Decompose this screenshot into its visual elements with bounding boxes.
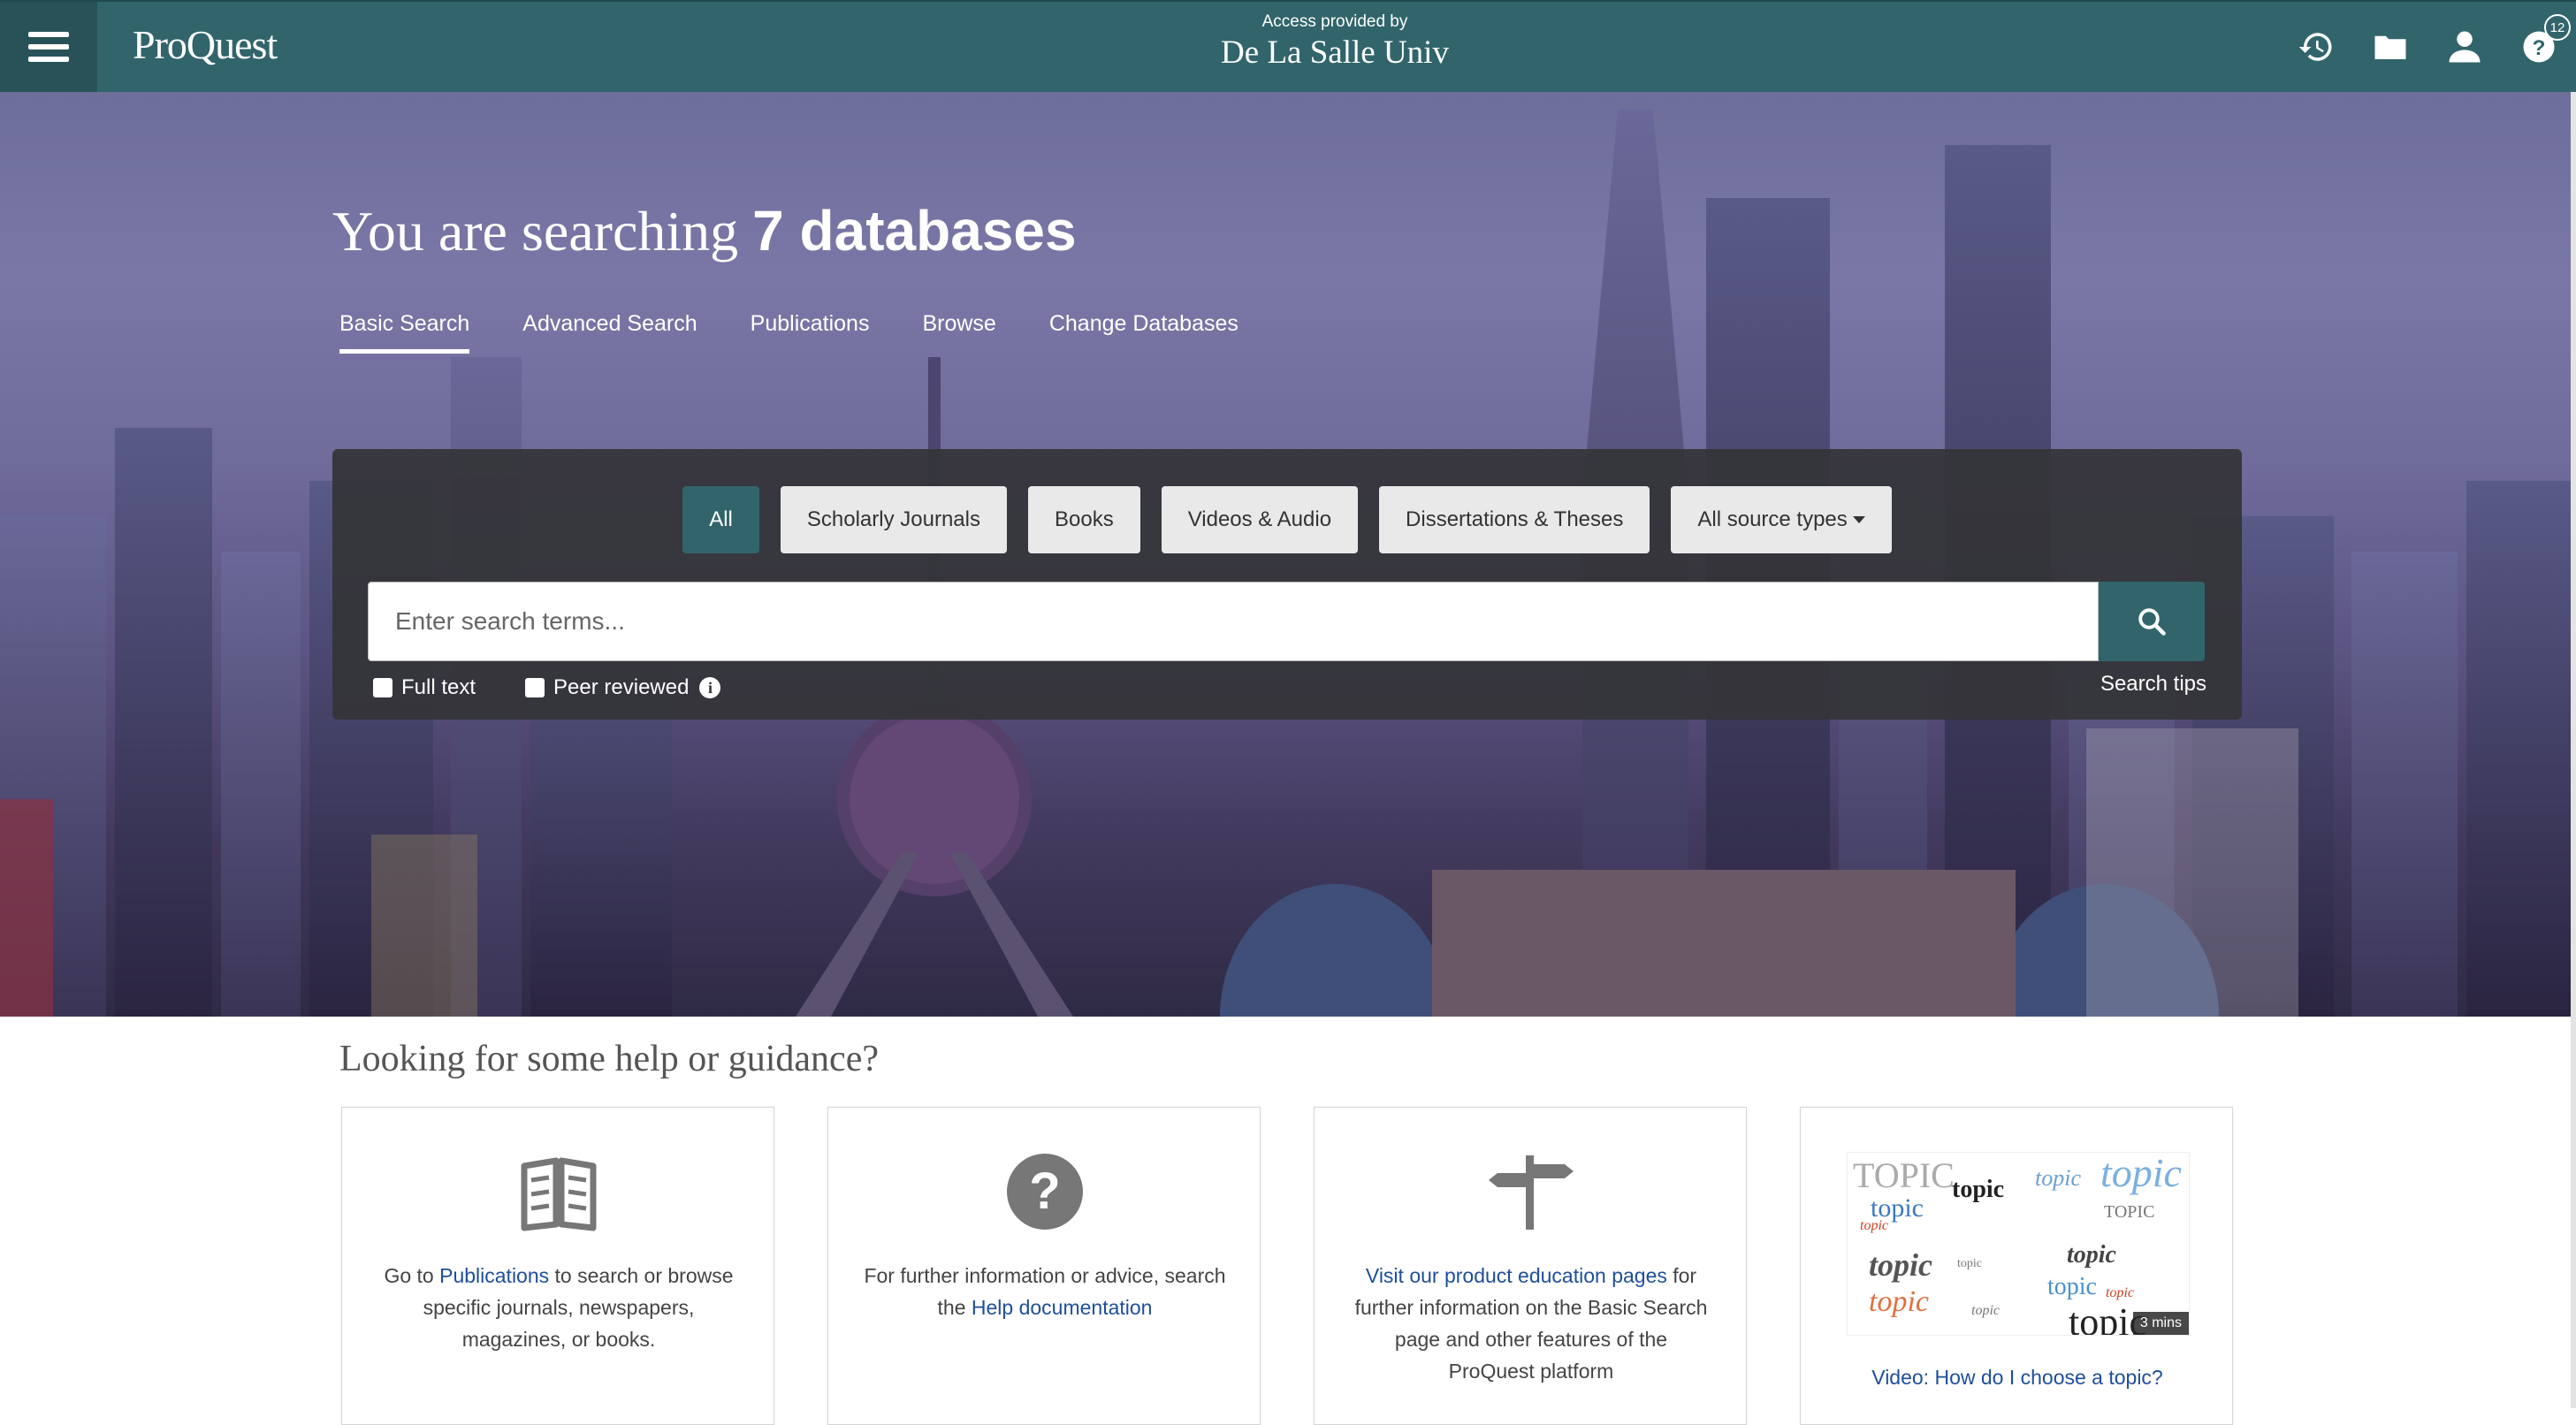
folder-icon	[2374, 35, 2406, 59]
help-card-documentation: ? For further information or advice, sea…	[827, 1107, 1261, 1425]
search-options: Full text Peer reviewed i	[373, 675, 721, 700]
access-provider: Access provided by De La Salle Univ	[1149, 12, 1520, 72]
search-input[interactable]	[368, 582, 2099, 661]
thumb-word: topic	[1869, 1285, 1929, 1318]
peer-reviewed-label[interactable]: Peer reviewed	[553, 675, 689, 700]
source-type-filters: All Scholarly Journals Books Videos & Au…	[332, 486, 2242, 553]
tab-advanced-search[interactable]: Advanced Search	[522, 311, 697, 354]
thumb-word: TOPIC	[2104, 1202, 2155, 1222]
text-pre: Go to	[384, 1264, 440, 1287]
help-button[interactable]: ? 12	[2502, 2, 2576, 92]
help-heading: Looking for some help or guidance?	[339, 1039, 879, 1079]
source-all-button[interactable]: All	[682, 486, 759, 553]
search-panel: All Scholarly Journals Books Videos & Au…	[332, 449, 2242, 720]
play-icon	[2000, 1211, 2056, 1282]
recent-searches-button[interactable]	[2279, 2, 2353, 92]
proquest-logo[interactable]: ProQuest	[133, 21, 278, 68]
thumb-word: topic	[2035, 1165, 2081, 1191]
menu-button[interactable]	[0, 2, 97, 92]
signpost-icon	[1489, 1155, 1574, 1230]
help-card-education: Visit our product education pages for fu…	[1314, 1107, 1747, 1425]
source-books-button[interactable]: Books	[1027, 486, 1140, 553]
thumb-word: topic	[1952, 1176, 2005, 1203]
thumb-word: topic	[2100, 1152, 2182, 1195]
top-icons: ? 12	[2279, 2, 2576, 92]
product-education-link[interactable]: Visit our product education pages	[1366, 1264, 1667, 1287]
top-bar: ProQuest Access provided by De La Salle …	[0, 0, 2576, 92]
hamburger-icon	[28, 32, 69, 62]
full-text-label[interactable]: Full text	[401, 675, 476, 700]
search-mode-tabs: Basic Search Advanced Search Publication…	[339, 311, 1292, 354]
hero-banner: You are searching 7 databases Basic Sear…	[0, 92, 2576, 1017]
all-source-types-label: All source types	[1697, 507, 1848, 531]
help-card-video: TOPIC topic topic topic topic TOPIC topi…	[1800, 1107, 2233, 1425]
tab-publications[interactable]: Publications	[751, 311, 870, 354]
help-card-text: Visit our product education pages for fu…	[1350, 1260, 1712, 1387]
source-videos-audio-button[interactable]: Videos & Audio	[1161, 486, 1359, 553]
question-circle-icon: ?	[1007, 1154, 1083, 1230]
tab-browse[interactable]: Browse	[922, 311, 995, 354]
book-icon	[521, 1157, 597, 1231]
thumb-word: topic	[1957, 1257, 1982, 1270]
thumb-word: topic	[1869, 1247, 1932, 1283]
all-source-types-dropdown[interactable]: All source types	[1671, 486, 1892, 553]
info-icon[interactable]: i	[699, 677, 721, 698]
history-icon	[2298, 33, 2332, 61]
access-label: Access provided by	[1261, 12, 1408, 31]
peer-reviewed-checkbox[interactable]	[525, 678, 545, 697]
help-card-text: Go to Publications to search or browse s…	[377, 1260, 740, 1355]
video-thumbnail[interactable]: TOPIC topic topic topic topic TOPIC topi…	[1847, 1152, 2190, 1336]
search-tips-link[interactable]: Search tips	[2100, 672, 2206, 697]
video-duration: 3 mins	[2132, 1312, 2189, 1335]
page-scrollbar[interactable]	[2571, 92, 2576, 1408]
my-research-button[interactable]	[2353, 2, 2427, 92]
thumb-word: TOPIC	[1853, 1155, 1955, 1195]
full-text-checkbox[interactable]	[373, 678, 392, 697]
svg-text:?: ?	[1029, 1162, 1060, 1220]
user-icon	[2449, 31, 2481, 63]
hero-title-prefix: You are searching	[332, 200, 739, 263]
thumb-word: topic	[1860, 1218, 1888, 1233]
help-count-badge: 12	[2544, 14, 2571, 41]
tab-change-databases[interactable]: Change Databases	[1049, 311, 1238, 354]
source-dissertations-theses-button[interactable]: Dissertations & Theses	[1379, 486, 1650, 553]
database-count: 7 databases	[752, 199, 1077, 263]
caret-down-icon	[1852, 516, 1865, 523]
search-icon	[2138, 608, 2166, 636]
thumb-word: topic	[1971, 1303, 2000, 1318]
help-card-text: For further information or advice, searc…	[864, 1260, 1226, 1323]
tab-basic-search[interactable]: Basic Search	[339, 311, 470, 354]
hero-title: You are searching 7 databases	[332, 198, 1077, 264]
search-button[interactable]	[2099, 582, 2205, 661]
source-scholarly-journals-button[interactable]: Scholarly Journals	[780, 486, 1007, 553]
publications-link[interactable]: Publications	[439, 1264, 549, 1287]
thumb-word: topic	[2067, 1241, 2116, 1269]
video-link[interactable]: Video: How do I choose a topic?	[1801, 1366, 2234, 1390]
institution-name: De La Salle Univ	[1221, 34, 1449, 71]
account-button[interactable]	[2427, 2, 2502, 92]
help-documentation-link[interactable]: Help documentation	[972, 1296, 1153, 1319]
svg-text:?: ?	[2533, 36, 2546, 60]
help-card-publications: Go to Publications to search or browse s…	[341, 1107, 774, 1425]
